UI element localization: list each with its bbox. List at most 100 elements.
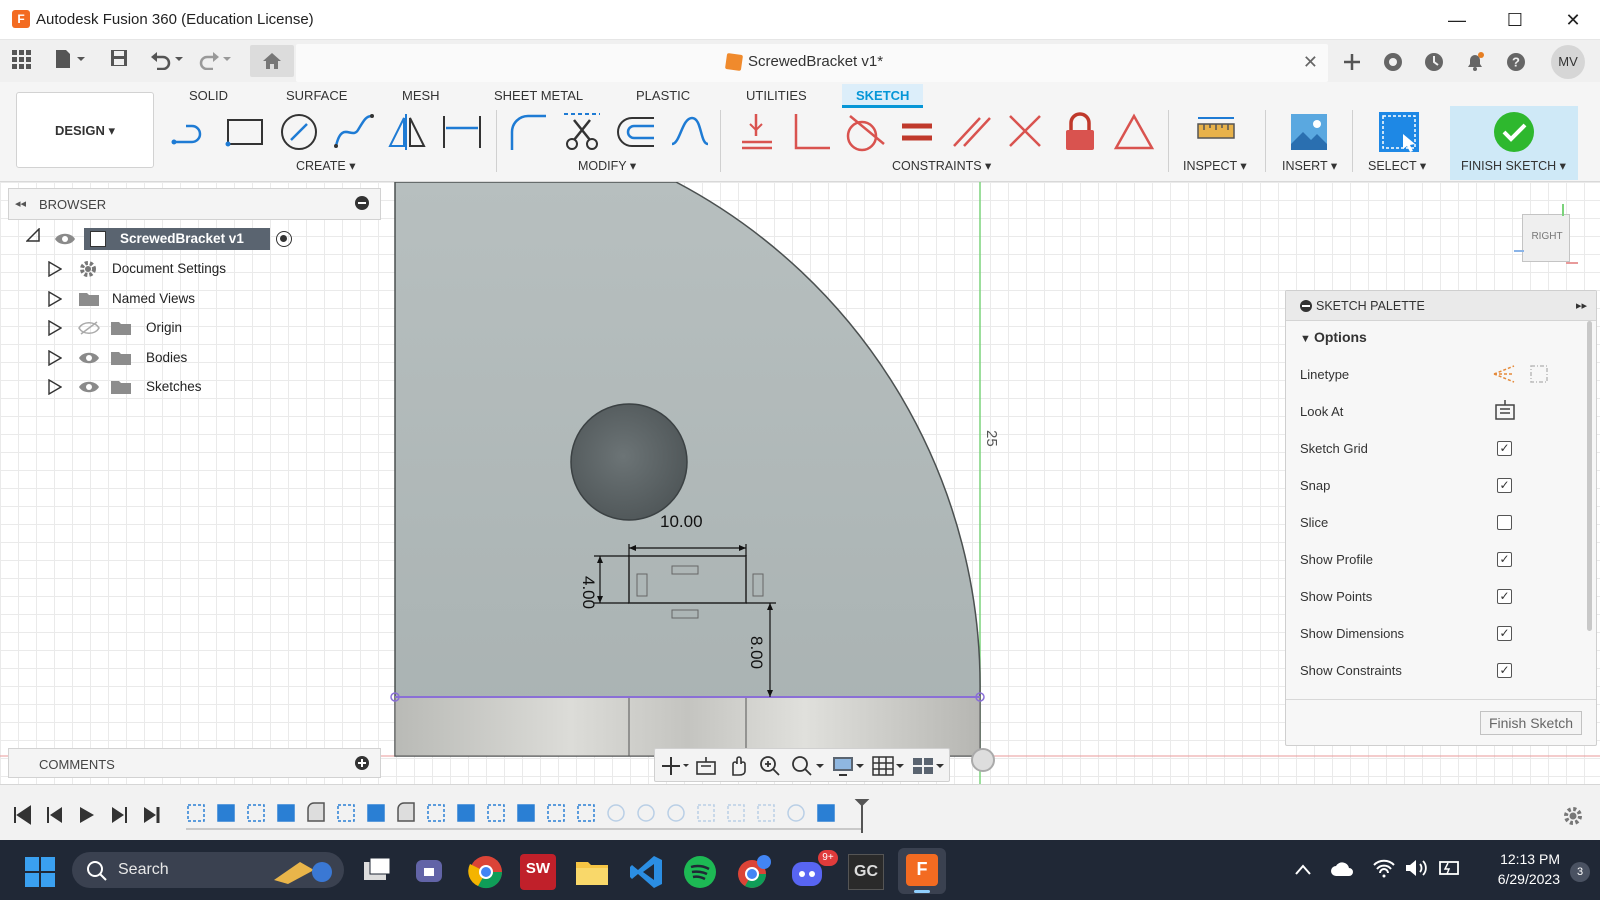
hidden-eye-icon[interactable]	[78, 321, 100, 335]
visibility-eye-icon[interactable]	[78, 380, 100, 394]
finish-sketch-button[interactable]: Finish Sketch	[1480, 711, 1582, 735]
sketch-grid-checkbox[interactable]: ✓	[1497, 441, 1512, 456]
battery-charging-icon[interactable]	[1436, 858, 1462, 878]
close-tab-icon[interactable]: ✕	[1303, 52, 1318, 73]
dimension-offset-label[interactable]: 8.00	[746, 636, 766, 669]
minimize-button[interactable]: —	[1442, 8, 1472, 32]
add-comment-icon[interactable]	[355, 756, 369, 770]
tab-sheet-metal[interactable]: SHEET METAL	[488, 84, 589, 108]
timeline-feature-icon[interactable]	[187, 804, 205, 822]
measure-tool-icon[interactable]	[1194, 110, 1238, 154]
teams-chat-icon[interactable]	[414, 856, 448, 888]
timeline-feature-icon[interactable]	[607, 804, 625, 822]
show-constraints-checkbox[interactable]: ✓	[1497, 663, 1512, 678]
timeline-feature-icon[interactable]	[727, 804, 745, 822]
home-button[interactable]	[250, 45, 294, 77]
trim-scissors-icon[interactable]	[560, 110, 604, 154]
finish-sketch-group-label[interactable]: FINISH SKETCH ▾	[1461, 158, 1566, 173]
inspect-group-label[interactable]: INSPECT ▾	[1183, 158, 1247, 173]
solidworks-icon[interactable]: SW	[520, 854, 556, 890]
bracket-plate-body[interactable]	[394, 182, 981, 757]
vscode-icon[interactable]	[628, 854, 664, 890]
collapse-browser-icon[interactable]: ◂◂	[15, 197, 26, 210]
tab-solid[interactable]: SOLID	[183, 84, 234, 108]
view-cube[interactable]: RIGHT	[1522, 214, 1570, 262]
notifications-bell-icon[interactable]	[1460, 47, 1490, 77]
timeline-settings-gear-icon[interactable]	[1562, 805, 1584, 827]
constraints-group-label[interactable]: CONSTRAINTS ▾	[892, 158, 991, 173]
pan-hand-icon[interactable]	[727, 755, 749, 777]
offset-tool-icon[interactable]	[614, 110, 658, 154]
expand-triangle-icon[interactable]	[48, 320, 62, 336]
chrome-icon[interactable]	[468, 854, 504, 890]
user-avatar[interactable]: MV	[1551, 45, 1585, 79]
tab-plastic[interactable]: PLASTIC	[630, 84, 696, 108]
extensions-icon[interactable]	[1378, 47, 1408, 77]
browser-minimize-icon[interactable]	[355, 196, 369, 210]
timeline-feature-icon[interactable]	[517, 804, 535, 822]
timeline-feature-icon[interactable]	[397, 802, 415, 822]
timeline-feature-icon[interactable]	[337, 804, 355, 822]
mirror-tool-icon[interactable]	[386, 110, 430, 154]
expand-triangle-icon[interactable]	[48, 350, 62, 366]
slice-checkbox[interactable]	[1497, 515, 1512, 530]
expand-triangle-icon[interactable]	[48, 261, 62, 277]
select-group-label[interactable]: SELECT ▾	[1368, 158, 1426, 173]
timeline-feature-icon[interactable]	[427, 804, 445, 822]
timeline-feature-icon[interactable]	[307, 802, 325, 822]
root-component-node[interactable]: ScrewedBracket v1	[84, 228, 270, 250]
parallel-constraint-icon[interactable]	[950, 110, 994, 154]
snap-checkbox[interactable]: ✓	[1497, 478, 1512, 493]
screw-hole[interactable]	[570, 403, 688, 521]
comments-panel[interactable]: COMMENTS	[8, 748, 381, 778]
palette-scrollbar[interactable]	[1587, 321, 1592, 631]
spline-tool-icon[interactable]	[332, 110, 376, 154]
timeline-features[interactable]	[182, 799, 882, 833]
equal-constraint-icon[interactable]	[896, 110, 940, 154]
tab-mesh[interactable]: MESH	[396, 84, 446, 108]
orbit-move-icon[interactable]	[661, 756, 689, 776]
timeline-feature-icon[interactable]	[217, 804, 235, 822]
redo-icon[interactable]	[196, 48, 234, 74]
dimension-height-label[interactable]: 4.00	[578, 576, 598, 609]
workspace-design-dropdown[interactable]: DESIGN ▾	[16, 92, 154, 168]
coincident-constraint-icon[interactable]	[736, 110, 780, 154]
create-group-label[interactable]: CREATE ▾	[296, 158, 356, 173]
close-window-button[interactable]: ✕	[1558, 8, 1588, 32]
expand-triangle-icon[interactable]	[48, 291, 62, 307]
circle-tool-icon[interactable]	[278, 110, 322, 154]
file-menu-icon[interactable]	[52, 48, 88, 74]
fusion-taskbar-active-bg[interactable]: F	[898, 848, 946, 894]
tree-collapse-triangle-icon[interactable]	[25, 227, 40, 242]
show-profile-checkbox[interactable]: ✓	[1497, 552, 1512, 567]
show-points-checkbox[interactable]: ✓	[1497, 589, 1512, 604]
save-icon[interactable]	[106, 48, 132, 74]
expand-triangle-icon[interactable]	[48, 379, 62, 395]
modify-group-label[interactable]: MODIFY ▾	[578, 158, 636, 173]
show-dimensions-checkbox[interactable]: ✓	[1497, 626, 1512, 641]
job-status-clock-icon[interactable]	[1419, 47, 1449, 77]
timeline-feature-icon[interactable]	[247, 804, 265, 822]
chrome-profile-icon[interactable]	[736, 854, 772, 890]
finish-sketch-check-icon[interactable]	[1492, 110, 1536, 154]
browser-panel-header[interactable]: ◂◂ BROWSER	[8, 188, 381, 220]
palette-expand-icon[interactable]: ▸▸	[1576, 299, 1587, 312]
fit-zoom-icon[interactable]	[791, 755, 825, 777]
activate-radio-icon[interactable]	[276, 231, 292, 247]
centerline-linetype-icon[interactable]	[1528, 363, 1550, 385]
tab-utilities[interactable]: UTILITIES	[740, 84, 813, 108]
timeline-feature-icon[interactable]	[817, 804, 835, 822]
undo-icon[interactable]	[148, 48, 186, 74]
line-tool-icon[interactable]	[170, 110, 214, 154]
viewports-icon[interactable]	[911, 755, 945, 777]
timeline-feature-icon[interactable]	[367, 804, 385, 822]
tangent-constraint-icon[interactable]	[842, 110, 886, 154]
display-settings-icon[interactable]	[831, 755, 865, 777]
taskbar-clock-date[interactable]: 6/29/2023	[1470, 871, 1560, 887]
timeline-feature-icon[interactable]	[757, 804, 775, 822]
timeline-feature-icon[interactable]	[697, 804, 715, 822]
timeline-feature-icon[interactable]	[787, 804, 805, 822]
volume-speaker-icon[interactable]	[1404, 858, 1428, 878]
rectangle-tool-icon[interactable]	[224, 110, 268, 154]
notification-count-badge[interactable]: 3	[1570, 862, 1590, 882]
